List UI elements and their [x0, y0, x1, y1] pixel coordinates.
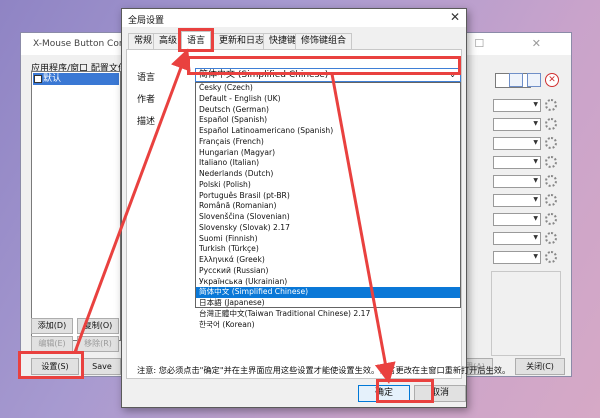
- language-option[interactable]: Polski (Polish): [196, 180, 460, 191]
- gear-icon[interactable]: [545, 251, 557, 263]
- app-profile-default[interactable]: 默认: [33, 73, 119, 85]
- dialog-titlebar: 全局设置 ✕: [122, 9, 466, 27]
- language-option[interactable]: Українська (Ukrainian): [196, 277, 460, 288]
- edit-button[interactable]: 编辑(E): [31, 336, 73, 352]
- language-option[interactable]: Italiano (Italian): [196, 158, 460, 169]
- description-label: 描述: [137, 117, 156, 127]
- gear-icon[interactable]: [545, 175, 557, 187]
- settings-note: 注意: 您必须点击"确定"并在主界面应用这些设置才能使设置生效。语言更改在主窗口…: [137, 365, 511, 375]
- button-action-combo[interactable]: ▼: [493, 232, 541, 245]
- language-option[interactable]: Русский (Russian): [196, 266, 460, 277]
- language-option[interactable]: Ελληνικά (Greek): [196, 255, 460, 266]
- button-action-combo[interactable]: ▼: [493, 137, 541, 150]
- app-profile-label: 默认: [43, 74, 62, 84]
- button-action-combo[interactable]: ▼: [493, 251, 541, 264]
- language-option[interactable]: Deutsch (German): [196, 105, 460, 116]
- highlight-language-tab: [178, 28, 214, 52]
- language-option[interactable]: Suomi (Finnish): [196, 234, 460, 245]
- language-option[interactable]: Default - English (UK): [196, 94, 460, 105]
- tab-updates-logs[interactable]: 更新和日志: [213, 33, 271, 49]
- language-option[interactable]: 简体中文 (Simplified Chinese): [196, 287, 460, 298]
- language-option[interactable]: 日本語 (Japanese): [196, 298, 460, 309]
- tab-bar: 常规 高级 语言 更新和日志 快捷键 修饰键组合: [126, 31, 462, 50]
- button-action-combo[interactable]: ▼: [493, 213, 541, 226]
- close-button[interactable]: 关闭(C): [515, 358, 565, 375]
- language-option[interactable]: Français (French): [196, 137, 460, 148]
- highlight-settings-button: [18, 351, 84, 379]
- highlight-language-select: [187, 56, 461, 75]
- button-action-combo[interactable]: ▼: [493, 99, 541, 112]
- gear-icon[interactable]: [545, 137, 557, 149]
- swap-icon[interactable]: [527, 73, 541, 87]
- language-option[interactable]: Nederlands (Dutch): [196, 169, 460, 180]
- language-label: 语言: [137, 73, 156, 83]
- language-dropdown-list[interactable]: Česky (Czech) Default - English (UK) Deuts…: [195, 82, 461, 329]
- gear-icon[interactable]: [545, 213, 557, 225]
- dialog-title: 全局设置: [128, 16, 165, 26]
- close-icon[interactable]: ✕: [450, 10, 460, 24]
- button-action-combo[interactable]: ▼: [493, 175, 541, 188]
- language-option[interactable]: Português Brasil (pt-BR): [196, 191, 460, 202]
- language-option[interactable]: Hungarian (Magyar): [196, 148, 460, 159]
- app-profile-list[interactable]: 默认: [31, 71, 121, 341]
- window-picker-icon[interactable]: [509, 73, 523, 87]
- highlight-ok-button: [376, 379, 434, 403]
- button-action-combo[interactable]: ▼: [493, 194, 541, 207]
- copy-button[interactable]: 复制(O): [77, 318, 119, 334]
- button-action-combo[interactable]: ▼: [493, 118, 541, 131]
- language-option[interactable]: 한국어 (Korean): [196, 320, 460, 331]
- language-option[interactable]: 台灣正體中文(Taiwan Traditional Chinese) 2.17: [196, 309, 460, 320]
- gear-icon[interactable]: [545, 156, 557, 168]
- author-label: 作者: [137, 95, 156, 105]
- language-option[interactable]: Česky (Czech): [196, 83, 460, 94]
- gear-icon[interactable]: [545, 118, 557, 130]
- button-action-combo[interactable]: ▼: [493, 156, 541, 169]
- add-button[interactable]: 添加(D): [31, 318, 73, 334]
- language-option[interactable]: Slovenščina (Slovenian): [196, 212, 460, 223]
- gear-icon[interactable]: [545, 99, 557, 111]
- language-option[interactable]: Română (Romanian): [196, 201, 460, 212]
- tab-modifier-combos[interactable]: 修饰键组合: [295, 33, 353, 49]
- gear-icon[interactable]: [545, 232, 557, 244]
- options-panel: [491, 271, 561, 356]
- language-tab-panel: 语言 作者 描述 简体中文 (Simplified Chinese) ⌄ Čes…: [126, 49, 510, 379]
- language-option[interactable]: Español Latinoamericano (Spanish): [196, 126, 460, 137]
- language-option[interactable]: Slovensky (Slovak) 2.17: [196, 223, 460, 234]
- checkbox[interactable]: [34, 75, 42, 83]
- language-option[interactable]: Turkish (Türkçe): [196, 244, 460, 255]
- language-option[interactable]: Español (Spanish): [196, 115, 460, 126]
- remove-button[interactable]: 移除(R): [77, 336, 119, 352]
- clear-icon[interactable]: ✕: [545, 73, 559, 87]
- save-button[interactable]: Save: [83, 358, 121, 375]
- gear-icon[interactable]: [545, 194, 557, 206]
